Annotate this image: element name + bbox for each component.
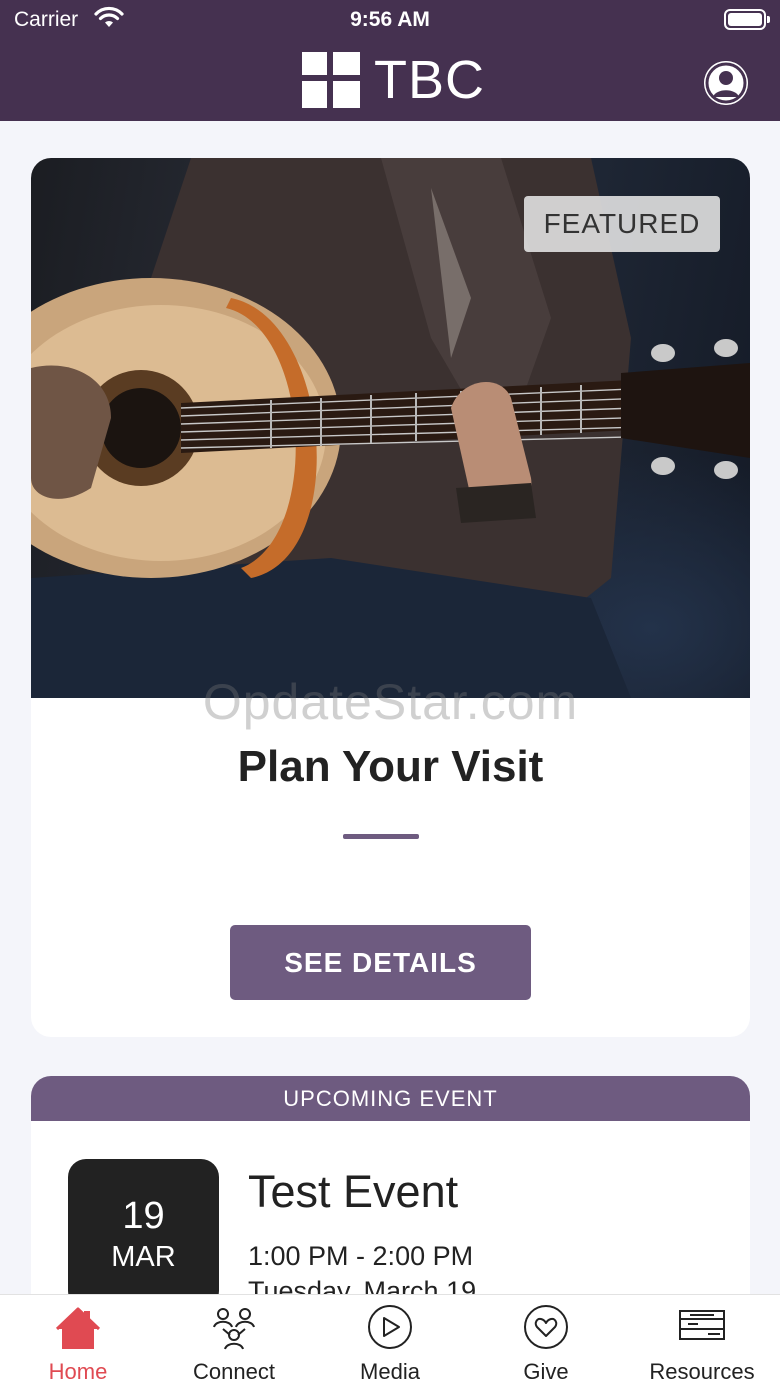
tab-media-label: Media bbox=[360, 1359, 420, 1384]
event-day: 19 bbox=[122, 1195, 165, 1237]
logo-text: TBC bbox=[374, 50, 485, 110]
status-time: 9:56 AM bbox=[350, 8, 430, 31]
profile-icon bbox=[704, 61, 748, 105]
tab-connect-label: Connect bbox=[193, 1359, 275, 1384]
tab-give-label: Give bbox=[523, 1359, 569, 1384]
tab-resources[interactable]: Resources bbox=[624, 1295, 780, 1387]
event-time: 1:00 PM - 2:00 PM bbox=[248, 1241, 474, 1271]
upcoming-event-card[interactable]: UPCOMING EVENT 19 MAR Test Event 1:00 PM… bbox=[31, 1076, 750, 1306]
status-bar: Carrier 9:56 AM bbox=[0, 0, 780, 40]
event-month: MAR bbox=[111, 1241, 176, 1273]
play-icon bbox=[366, 1305, 414, 1353]
tab-media[interactable]: Media bbox=[312, 1295, 468, 1387]
app-header: Carrier 9:56 AM TBC bbox=[0, 0, 780, 121]
battery-icon bbox=[724, 9, 770, 30]
event-title: Test Event bbox=[248, 1166, 459, 1217]
app-logo: TBC bbox=[302, 50, 485, 110]
tab-give[interactable]: Give bbox=[468, 1295, 624, 1387]
tab-resources-label: Resources bbox=[649, 1359, 755, 1384]
event-date-badge: 19 MAR bbox=[68, 1159, 219, 1306]
connect-icon bbox=[210, 1305, 258, 1353]
featured-card[interactable]: FEATURED OpdateStar.com Plan Your Visit … bbox=[31, 158, 750, 1037]
profile-button[interactable] bbox=[704, 61, 748, 105]
tab-home-label: Home bbox=[48, 1359, 108, 1384]
tab-home[interactable]: Home bbox=[0, 1295, 156, 1387]
cross-logo-icon bbox=[302, 52, 360, 108]
heart-icon bbox=[522, 1305, 570, 1353]
featured-title: Plan Your Visit bbox=[237, 742, 544, 791]
home-icon bbox=[54, 1305, 102, 1353]
resources-icon bbox=[678, 1305, 726, 1353]
tab-connect[interactable]: Connect bbox=[156, 1295, 312, 1387]
see-details-button[interactable]: SEE DETAILS bbox=[230, 925, 531, 1000]
title-divider bbox=[343, 834, 419, 839]
featured-image: FEATURED bbox=[31, 158, 750, 698]
featured-badge: FEATURED bbox=[524, 196, 720, 252]
watermark: OpdateStar.com bbox=[202, 674, 579, 730]
event-card-header: UPCOMING EVENT bbox=[31, 1076, 750, 1121]
bottom-tab-bar: Home Connect Media Give Resources bbox=[0, 1294, 780, 1387]
